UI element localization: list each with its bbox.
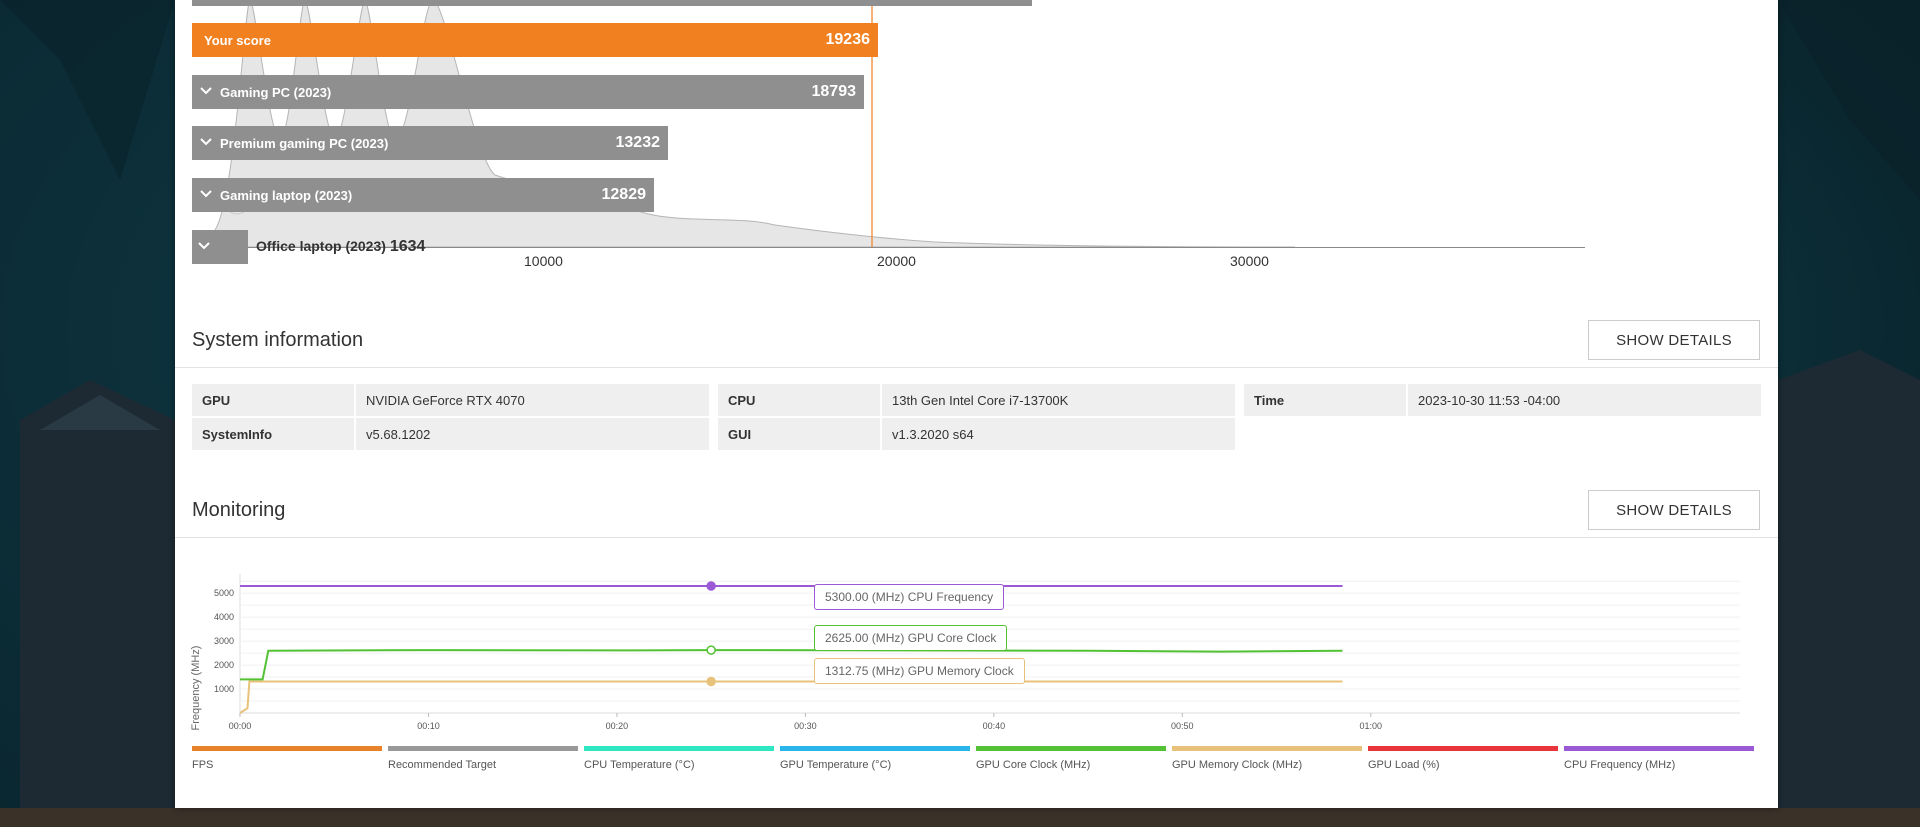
- time-key: Time: [1244, 384, 1406, 416]
- legend-item[interactable]: Recommended Target: [388, 746, 578, 771]
- office-laptop-caption: Office laptop (2023) 1634: [256, 238, 425, 256]
- y-tick-label: 2000: [214, 660, 234, 670]
- legend-swatch: [1564, 746, 1754, 751]
- gaming-laptop-value: 12829: [601, 186, 647, 203]
- legend-swatch: [780, 746, 970, 751]
- x-tick-label: 00:50: [1171, 721, 1194, 731]
- section-divider: [175, 367, 1778, 368]
- legend-swatch: [388, 746, 578, 751]
- legend-label: Recommended Target: [388, 759, 497, 771]
- gpu-key: GPU: [192, 384, 354, 416]
- premium-gaming-pc-bar[interactable]: Premium gaming PC (2023) 13232: [192, 126, 668, 160]
- legend-label: GPU Core Clock (MHz): [976, 759, 1091, 771]
- office-laptop-bar[interactable]: [192, 230, 248, 264]
- legend-item[interactable]: GPU Memory Clock (MHz): [1172, 746, 1362, 771]
- x-tick-label: 00:40: [983, 721, 1006, 731]
- gpu-memory-clock-tooltip: 1312.75 (MHz) GPU Memory Clock: [814, 658, 1025, 684]
- time-value: 2023-10-30 11:53 -04:00: [1408, 384, 1761, 416]
- system-information-title: System information: [192, 329, 364, 351]
- score-tick-20000: 20000: [877, 253, 916, 269]
- y-axis-label: Frequency (MHz): [190, 646, 202, 731]
- systeminfo-value: v5.68.1202: [356, 418, 709, 450]
- gaming-laptop-bar[interactable]: Gaming laptop (2023) 12829: [192, 178, 654, 212]
- legend-label: CPU Frequency (MHz): [1564, 759, 1676, 771]
- gaming-pc-bar[interactable]: Gaming PC (2023) 18793: [192, 75, 864, 109]
- gui-key: GUI: [718, 418, 880, 450]
- legend-swatch: [1172, 746, 1362, 751]
- office-laptop-label: Office laptop (2023): [256, 238, 386, 254]
- your-score-value: 19236: [825, 31, 871, 48]
- systeminfo-key: SystemInfo: [192, 418, 354, 450]
- top-bar-cutoff: [192, 0, 1032, 6]
- legend-item[interactable]: CPU Frequency (MHz): [1564, 746, 1754, 771]
- cpu-value: 13th Gen Intel Core i7-13700K: [882, 384, 1235, 416]
- x-tick-label: 00:30: [794, 721, 817, 731]
- system-info-show-details-button[interactable]: SHOW DETAILS: [1588, 320, 1760, 360]
- gaming-pc-value: 18793: [811, 83, 857, 100]
- monitoring-show-details-button[interactable]: SHOW DETAILS: [1588, 490, 1760, 530]
- y-tick-label: 3000: [214, 636, 234, 646]
- y-tick-label: 4000: [214, 612, 234, 622]
- series-line: [239, 680, 1343, 714]
- cursor-point: [706, 645, 716, 655]
- x-tick-label: 00:00: [229, 721, 252, 731]
- premium-gaming-pc-label: Premium gaming PC (2023): [220, 135, 389, 151]
- cursor-point: [706, 676, 716, 687]
- legend-item[interactable]: FPS: [192, 746, 382, 771]
- results-panel: Your score 19236 Gaming PC (2023) 18793 …: [175, 0, 1778, 808]
- gpu-value: NVIDIA GeForce RTX 4070: [356, 384, 709, 416]
- legend-item[interactable]: GPU Temperature (°C): [780, 746, 970, 771]
- chevron-down-icon: [200, 137, 212, 149]
- legend-label: CPU Temperature (°C): [584, 759, 695, 771]
- x-tick-label: 00:10: [417, 721, 440, 731]
- legend-swatch: [1368, 746, 1558, 751]
- legend-swatch: [976, 746, 1166, 751]
- office-laptop-value: 1634: [389, 238, 426, 255]
- monitoring-title: Monitoring: [192, 499, 286, 521]
- cpu-key: CPU: [718, 384, 880, 416]
- legend-item[interactable]: GPU Load (%): [1368, 746, 1558, 771]
- chevron-down-icon: [198, 241, 210, 253]
- legend-item[interactable]: CPU Temperature (°C): [584, 746, 774, 771]
- section-divider: [175, 537, 1778, 538]
- score-tick-10000: 10000: [524, 253, 563, 269]
- cpu-frequency-tooltip: 5300.00 (MHz) CPU Frequency: [814, 584, 1005, 610]
- score-tick-30000: 30000: [1230, 253, 1269, 269]
- your-score-bar: Your score 19236: [192, 23, 878, 57]
- legend-label: GPU Load (%): [1368, 759, 1440, 771]
- legend-label: GPU Temperature (°C): [780, 759, 892, 771]
- gaming-laptop-label: Gaming laptop (2023): [220, 187, 353, 203]
- legend-label: FPS: [192, 759, 214, 771]
- your-score-label: Your score: [204, 32, 271, 48]
- chevron-down-icon: [200, 189, 212, 201]
- y-tick-label: 1000: [214, 684, 234, 694]
- gaming-pc-label: Gaming PC (2023): [220, 84, 332, 100]
- legend-label: GPU Memory Clock (MHz): [1172, 759, 1303, 771]
- gpu-core-clock-tooltip: 2625.00 (MHz) GPU Core Clock: [814, 625, 1008, 651]
- x-tick-label: 00:20: [606, 721, 629, 731]
- cursor-point: [706, 581, 716, 591]
- chevron-down-icon: [200, 86, 212, 98]
- legend-swatch: [584, 746, 774, 751]
- gui-value: v1.3.2020 s64: [882, 418, 1235, 450]
- legend-item[interactable]: GPU Core Clock (MHz): [976, 746, 1166, 771]
- x-tick-label: 01:00: [1360, 721, 1383, 731]
- y-tick-label: 5000: [214, 588, 234, 598]
- legend-swatch: [192, 746, 382, 751]
- premium-gaming-pc-value: 13232: [615, 134, 661, 151]
